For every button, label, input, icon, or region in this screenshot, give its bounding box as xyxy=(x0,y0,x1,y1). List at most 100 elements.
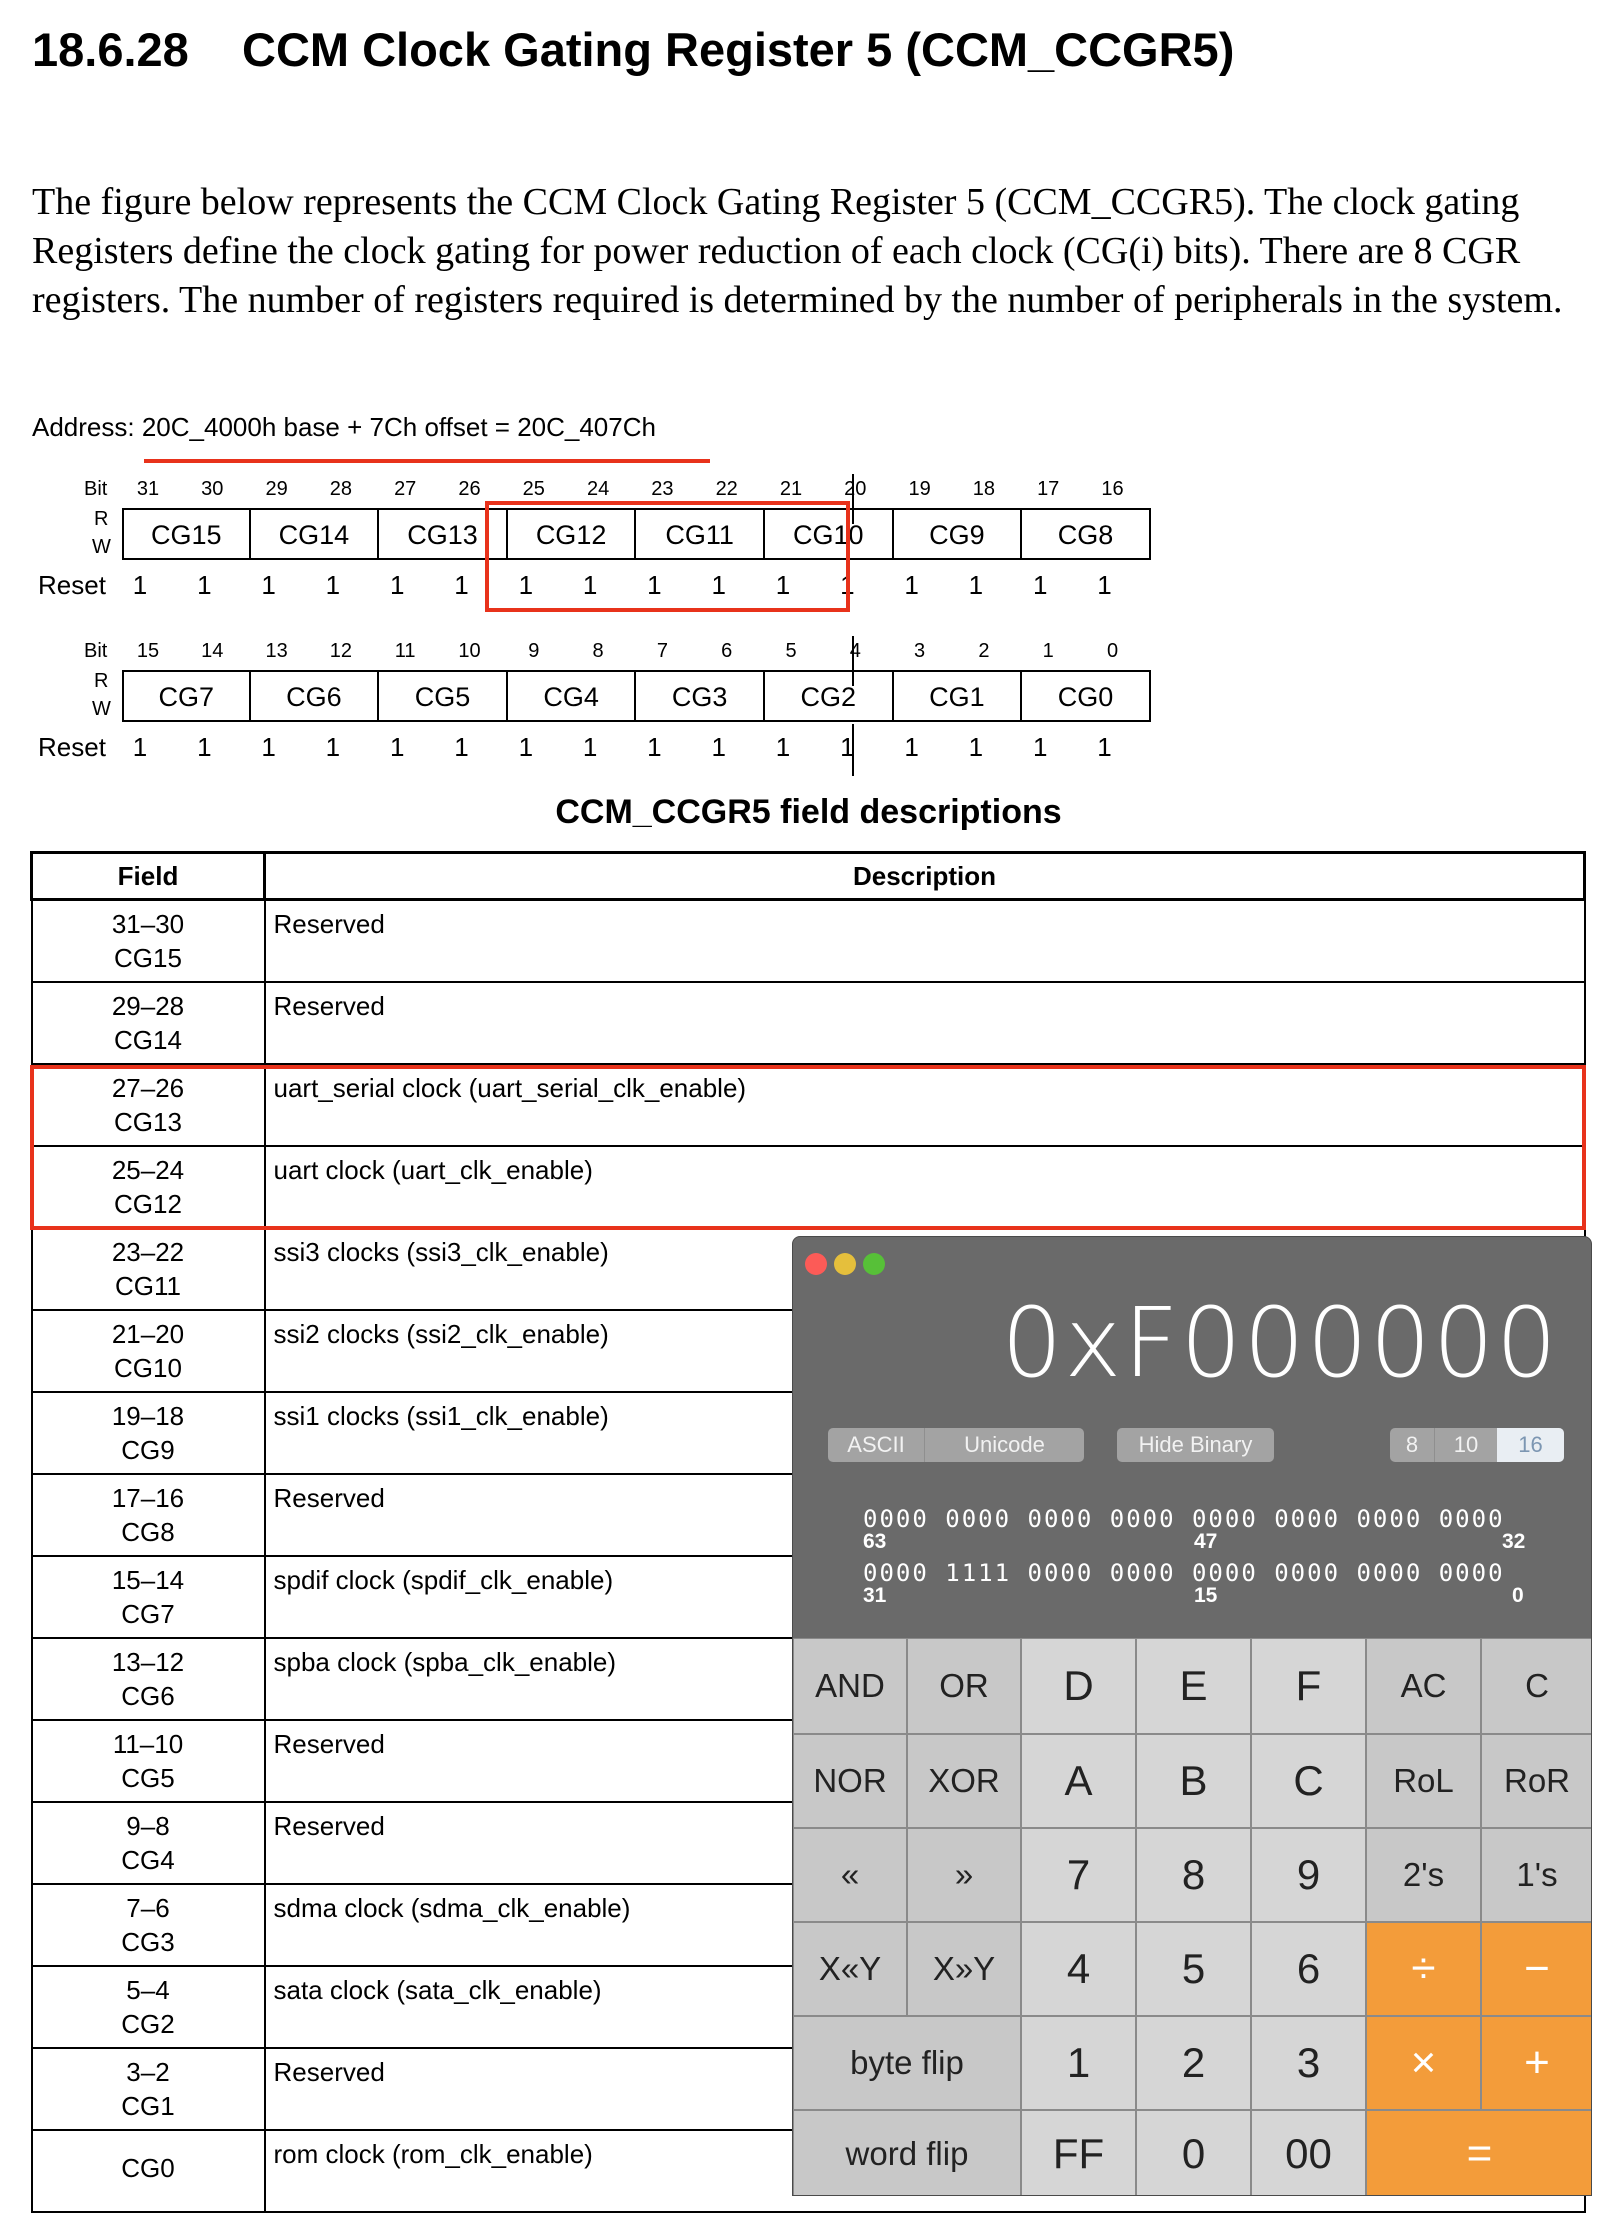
key-d[interactable]: D xyxy=(1021,1638,1136,1734)
key-byteflip[interactable]: byte flip xyxy=(793,2016,1021,2110)
bit-number: 14 xyxy=(201,640,224,662)
field-column-header: Field xyxy=(30,851,266,901)
bit-number: 13 xyxy=(265,640,288,662)
reset-value: 1 xyxy=(1032,732,1048,762)
key-n6[interactable]: 6 xyxy=(1251,1922,1366,2016)
lower-bit-numbers: 15 14 13 12 11 10 9 8 7 6 5 4 3 2 1 0 xyxy=(32,640,1592,670)
key-ff[interactable]: FF xyxy=(1021,2110,1136,2195)
base-10-button[interactable]: 10 xyxy=(1435,1428,1497,1462)
key-xor[interactable]: XOR xyxy=(907,1734,1021,1828)
bit-number: 31 xyxy=(136,478,160,500)
key-cc[interactable]: C xyxy=(1251,1734,1366,1828)
key-f[interactable]: F xyxy=(1251,1638,1366,1734)
bit-number: 27 xyxy=(394,478,417,500)
reset-value: 1 xyxy=(711,732,726,762)
lower-reset-values: 1 1 1 1 1 1 1 1 1 1 1 1 1 1 1 1 xyxy=(32,732,1592,768)
binary-row-high[interactable]: 0000 0000 0000 0000 0000 0000 0000 0000 xyxy=(863,1505,1505,1533)
ascii-button[interactable]: ASCII xyxy=(828,1428,925,1462)
key-wordflip[interactable]: word flip xyxy=(793,2110,1021,2195)
field-cell: 7–6 CG3 xyxy=(30,1882,266,1967)
key-n7[interactable]: 7 xyxy=(1021,1828,1136,1922)
unicode-button[interactable]: Unicode xyxy=(925,1428,1084,1462)
field-cell-cg2: CG2 xyxy=(765,670,894,722)
key-twos[interactable]: 2's xyxy=(1366,1828,1481,1922)
description-column-header: Description xyxy=(263,851,1586,901)
section-title: 18.6.28 CCM Clock Gating Register 5 (CCM_… xyxy=(32,22,1234,77)
key-shr[interactable]: » xyxy=(907,1828,1021,1922)
reset-value: 1 xyxy=(454,732,469,762)
key-ac[interactable]: AC xyxy=(1366,1638,1481,1734)
reset-value: 1 xyxy=(261,732,276,762)
calculator-window[interactable]: 0xF000000 ASCII Unicode Hide Binary 8 10… xyxy=(792,1236,1592,2196)
description-cell: Reserved xyxy=(263,898,1586,983)
key-n8[interactable]: 8 xyxy=(1136,1828,1251,1922)
zoom-button[interactable] xyxy=(863,1253,885,1275)
key-n3[interactable]: 3 xyxy=(1251,2016,1366,2110)
key-n9[interactable]: 9 xyxy=(1251,1828,1366,1922)
bit-number: 6 xyxy=(721,640,733,662)
bit-number: 3 xyxy=(914,640,926,662)
key-xshry[interactable]: X»Y xyxy=(907,1922,1021,2016)
minimize-button[interactable] xyxy=(834,1253,856,1275)
field-cell-cg0: CG0 xyxy=(1022,670,1151,722)
field-cell: 13–12 CG6 xyxy=(30,1636,266,1721)
key-n00[interactable]: 00 xyxy=(1251,2110,1366,2195)
bit-index-63: 63 xyxy=(863,1530,887,1553)
register-address: Address: 20C_4000h base + 7Ch offset = 2… xyxy=(32,412,656,442)
key-ror[interactable]: RoR xyxy=(1481,1734,1591,1828)
field-bits: 5–4 xyxy=(126,1974,170,2005)
field-cell: 11–10 CG5 xyxy=(30,1718,266,1803)
reset-value: 1 xyxy=(1097,732,1112,762)
key-e[interactable]: E xyxy=(1136,1638,1251,1734)
read-label: R xyxy=(94,508,109,530)
bit-index-0: 0 xyxy=(1512,1584,1524,1607)
key-c[interactable]: C xyxy=(1481,1638,1591,1734)
key-xshly[interactable]: X«Y xyxy=(793,1922,907,2016)
table-row: 31–30 CG15 Reserved xyxy=(30,898,1586,983)
bit-number: 11 xyxy=(394,640,416,662)
bit-index-32: 32 xyxy=(1502,1530,1526,1553)
close-button[interactable] xyxy=(805,1253,827,1275)
key-minus[interactable]: − xyxy=(1481,1922,1591,2016)
key-n0[interactable]: 0 xyxy=(1136,2110,1251,2195)
key-nor[interactable]: NOR xyxy=(793,1734,907,1828)
reset-value: 1 xyxy=(389,570,405,600)
bit-number: 4 xyxy=(849,640,861,662)
key-eq[interactable]: = xyxy=(1366,2110,1591,2195)
key-rol[interactable]: RoL xyxy=(1366,1734,1481,1828)
bit-number: 0 xyxy=(1106,640,1119,662)
key-plus[interactable]: + xyxy=(1481,2016,1591,2110)
base-16-button[interactable]: 16 xyxy=(1497,1428,1564,1462)
key-and[interactable]: AND xyxy=(793,1638,907,1734)
reset-value: 1 xyxy=(968,570,984,600)
bit-number: 30 xyxy=(201,478,224,500)
key-b[interactable]: B xyxy=(1136,1734,1251,1828)
key-ones[interactable]: 1's xyxy=(1481,1828,1591,1922)
bit-number: 17 xyxy=(1037,478,1060,500)
key-mul[interactable]: × xyxy=(1366,2016,1481,2110)
base-8-button[interactable]: 8 xyxy=(1390,1428,1435,1462)
section-heading: CCM Clock Gating Register 5 (CCM_CCGR5) xyxy=(242,23,1235,76)
bit-number: 28 xyxy=(329,478,353,500)
reset-value: 1 xyxy=(261,570,276,600)
reset-value: 1 xyxy=(197,570,212,600)
key-shl[interactable]: « xyxy=(793,1828,907,1922)
key-div[interactable]: ÷ xyxy=(1366,1922,1481,2016)
key-n4[interactable]: 4 xyxy=(1021,1922,1136,2016)
bit-number: 16 xyxy=(1101,478,1124,500)
field-cell: 17–16 CG8 xyxy=(30,1472,266,1557)
field-bits: 29–28 xyxy=(111,990,185,1021)
key-n1[interactable]: 1 xyxy=(1021,2016,1136,2110)
key-n2[interactable]: 2 xyxy=(1136,2016,1251,2110)
field-bits: 15–14 xyxy=(111,1564,185,1595)
key-a[interactable]: A xyxy=(1021,1734,1136,1828)
bit-number: 7 xyxy=(656,640,668,662)
bit-number: 2 xyxy=(978,640,990,662)
binary-row-low[interactable]: 0000 1111 0000 0000 0000 0000 0000 0000 xyxy=(863,1559,1505,1587)
field-bits: 23–22 xyxy=(111,1236,185,1267)
key-n5[interactable]: 5 xyxy=(1136,1922,1251,2016)
field-name: CG10 xyxy=(114,1352,182,1383)
bit-number: 29 xyxy=(265,478,288,500)
key-or[interactable]: OR xyxy=(907,1638,1021,1734)
hide-binary-button[interactable]: Hide Binary xyxy=(1117,1428,1274,1462)
